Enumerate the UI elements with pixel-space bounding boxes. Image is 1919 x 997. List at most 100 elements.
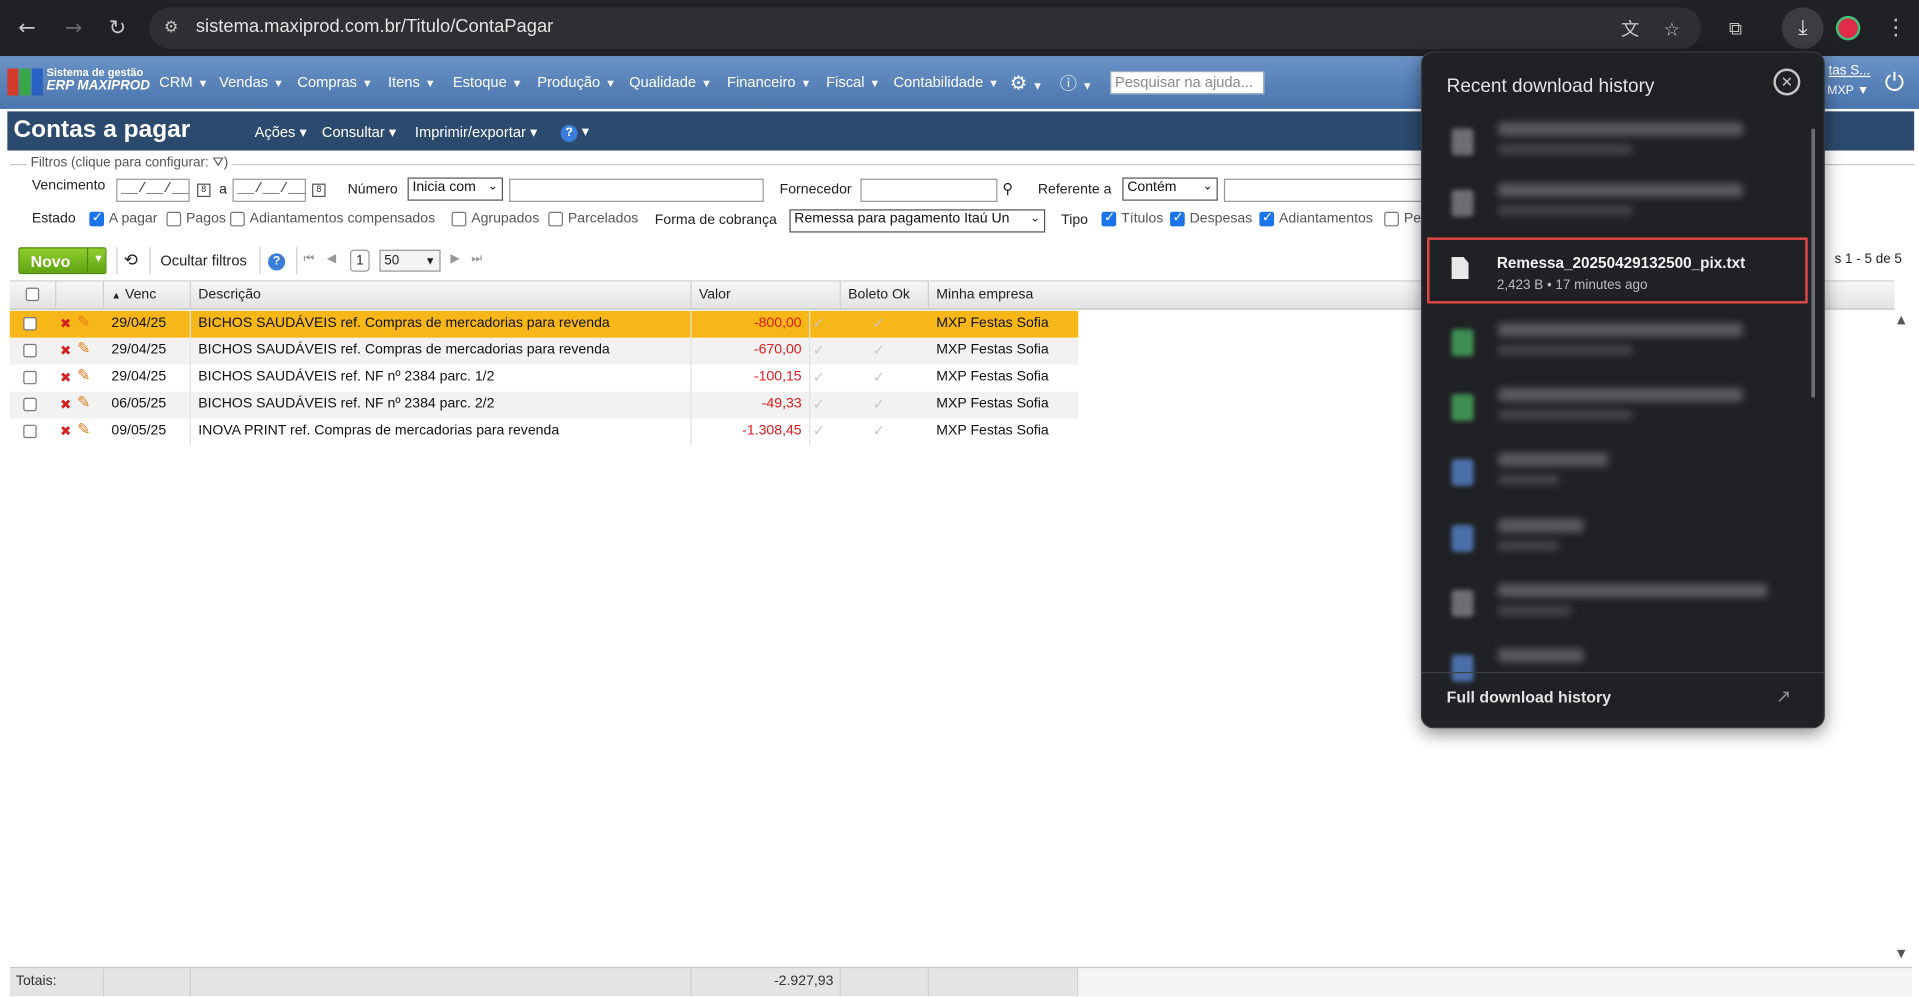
table-row[interactable]: ✖ ✎ 29/04/25 BICHOS SAUDÁVEIS ref. Compr… <box>9 337 1079 365</box>
row-checkbox[interactable] <box>23 316 37 331</box>
select-all-checkbox[interactable] <box>25 287 40 302</box>
reload-icon[interactable]: ↻ <box>103 13 132 42</box>
user-name-link[interactable]: tas S... <box>1829 64 1871 79</box>
next-page-icon[interactable]: ▶ <box>450 252 459 265</box>
filters-legend[interactable]: Filtros (clique para configurar: ⛛) <box>26 155 232 172</box>
edit-pencil-icon[interactable]: ✎ <box>77 394 90 412</box>
estado-agrupados-checkbox[interactable] <box>451 211 467 227</box>
profile-avatar[interactable] <box>1835 15 1861 41</box>
row-checkbox[interactable] <box>23 397 37 412</box>
table-row[interactable]: ✖ ✎ 06/05/25 BICHOS SAUDÁVEIS ref. NF nº… <box>9 391 1079 419</box>
bookmark-star-icon[interactable]: ☆ <box>1660 17 1684 41</box>
address-bar[interactable]: ⚙ sistema.maxiprod.com.br/Titulo/ContaPa… <box>149 7 1702 49</box>
referente-input[interactable] <box>1223 178 1432 202</box>
close-icon[interactable]: ✕ <box>1773 68 1801 96</box>
delete-icon[interactable]: ✖ <box>60 423 71 439</box>
vencimento-from-input[interactable]: __/__/__ <box>116 178 190 202</box>
numero-input[interactable] <box>509 178 764 202</box>
menu-crm[interactable]: CRM ▼ <box>159 73 208 90</box>
help-search-input[interactable]: Pesquisar na ajuda... <box>1110 70 1265 95</box>
edit-pencil-icon[interactable]: ✎ <box>77 313 90 331</box>
menu-contabilidade[interactable]: Contabilidade ▼ <box>893 73 999 90</box>
estado-parcelados-checkbox[interactable] <box>548 211 563 227</box>
col-boleto-ok[interactable]: Boleto Ok <box>841 281 929 310</box>
row-checkbox[interactable] <box>23 424 37 439</box>
tipo-titulos-checkbox[interactable] <box>1101 209 1117 227</box>
menu-itens[interactable]: Itens ▼ <box>388 73 436 90</box>
page-number-input[interactable]: 1 <box>350 249 370 272</box>
edit-pencil-icon[interactable]: ✎ <box>77 421 90 439</box>
search-icon[interactable]: ⚲ <box>1002 180 1013 197</box>
estado-pagos-checkbox[interactable] <box>166 211 182 227</box>
site-info-icon[interactable]: ⚙ <box>164 17 186 39</box>
menu-producao[interactable]: Produção ▼ <box>537 73 616 90</box>
numero-mode-select[interactable]: Inicia com ⌄ <box>407 177 504 201</box>
menu-qualidade[interactable]: Qualidade ▼ <box>629 73 712 90</box>
logout-power-icon[interactable]: ⏻ <box>1885 67 1904 96</box>
vencimento-to-input[interactable]: __/__/__ <box>232 178 306 202</box>
delete-icon[interactable]: ✖ <box>60 343 71 359</box>
delete-icon[interactable]: ✖ <box>60 316 71 332</box>
download-item-blurred[interactable] <box>1437 377 1799 436</box>
row-checkbox[interactable] <box>23 370 37 385</box>
back-icon[interactable]: ← <box>12 13 41 42</box>
download-item-blurred[interactable] <box>1437 573 1799 632</box>
refresh-icon[interactable]: ⟲ <box>124 250 138 271</box>
row-checkbox[interactable] <box>23 343 37 358</box>
menu-acoes[interactable]: Ações ▾ <box>255 124 307 141</box>
downloads-icon[interactable]: ⤓ <box>1781 7 1824 49</box>
menu-compras[interactable]: Compras ▼ <box>297 73 372 90</box>
scroll-down-icon[interactable]: ▼ <box>1897 949 1905 961</box>
tipo-pe-checkbox[interactable] <box>1384 211 1399 227</box>
menu-consultar[interactable]: Consultar ▾ <box>322 124 396 141</box>
fornecedor-input[interactable] <box>860 178 998 202</box>
calendar-icon[interactable]: 8 <box>312 183 326 198</box>
grid-help-icon[interactable]: ? <box>268 251 286 271</box>
filter-config-icon[interactable]: ⛛ <box>212 155 223 170</box>
forward-icon[interactable]: → <box>59 13 88 42</box>
tipo-despesas-checkbox[interactable] <box>1170 209 1185 227</box>
col-venc[interactable]: ▲ Venc <box>104 281 191 310</box>
download-item-blurred[interactable] <box>1437 508 1799 567</box>
menu-imprimir-exportar[interactable]: Imprimir/exportar ▾ <box>415 124 537 141</box>
download-item-blurred[interactable] <box>1437 312 1799 371</box>
grid-scrollbar[interactable]: ▲ ▼ <box>1895 310 1912 966</box>
company-selector[interactable]: MXP ▼ <box>1827 84 1869 97</box>
table-row[interactable]: ✖ ✎ 29/04/25 BICHOS SAUDÁVEIS ref. NF nº… <box>10 364 1078 392</box>
novo-button[interactable]: Novo ▼ <box>18 247 107 275</box>
menu-fiscal[interactable]: Fiscal ▼ <box>826 73 880 90</box>
table-row[interactable]: ✖ ✎ 29/04/25 BICHOS SAUDÁVEIS ref. Compr… <box>9 310 1079 338</box>
settings-gear-icon[interactable]: ⚙ ▼ <box>1010 71 1043 95</box>
scroll-up-icon[interactable]: ▲ <box>1897 315 1905 327</box>
page-size-select[interactable]: 50 ▼ <box>379 249 441 272</box>
open-external-icon[interactable]: ↗ <box>1776 685 1791 707</box>
download-item-blurred[interactable] <box>1437 442 1799 501</box>
forma-cobranca-select[interactable]: Remessa para pagamento Itaú Un ⌄ <box>789 209 1046 233</box>
extensions-icon[interactable]: ⧉ <box>1721 13 1750 42</box>
last-page-icon[interactable]: ⏭ <box>471 252 482 265</box>
edit-pencil-icon[interactable]: ✎ <box>77 340 90 358</box>
download-item-blurred[interactable] <box>1437 173 1799 232</box>
col-valor[interactable]: Valor <box>692 281 841 310</box>
calendar-icon[interactable]: 8 <box>197 183 211 198</box>
first-page-icon[interactable]: ⏮ <box>304 252 315 265</box>
referente-mode-select[interactable]: Contém ⌄ <box>1122 177 1218 201</box>
delete-icon[interactable]: ✖ <box>60 370 71 386</box>
estado-adiantamentos-checkbox[interactable] <box>230 211 245 227</box>
hide-filters-button[interactable]: Ocultar filtros <box>160 252 247 269</box>
menu-financeiro[interactable]: Financeiro ▼ <box>727 73 811 90</box>
prev-page-icon[interactable]: ◀ <box>327 252 336 265</box>
maxiprod-logo[interactable] <box>7 68 44 96</box>
translate-icon[interactable]: 文 <box>1618 17 1642 41</box>
table-row[interactable]: ✖ ✎ 09/05/25 INOVA PRINT ref. Compras de… <box>10 418 1078 446</box>
tipo-adiantamentos-checkbox[interactable] <box>1259 209 1275 227</box>
delete-icon[interactable]: ✖ <box>60 397 71 413</box>
full-download-history-link[interactable]: Full download history <box>1447 688 1611 706</box>
novo-dropdown-icon[interactable]: ▼ <box>93 252 104 264</box>
col-descricao[interactable]: Descrição <box>191 281 692 310</box>
download-panel-scrollbar[interactable] <box>1811 128 1816 398</box>
download-item-blurred[interactable] <box>1437 111 1799 170</box>
estado-a-pagar-checkbox[interactable] <box>89 209 105 227</box>
edit-pencil-icon[interactable]: ✎ <box>77 367 90 385</box>
menu-vendas[interactable]: Vendas ▼ <box>219 73 284 90</box>
